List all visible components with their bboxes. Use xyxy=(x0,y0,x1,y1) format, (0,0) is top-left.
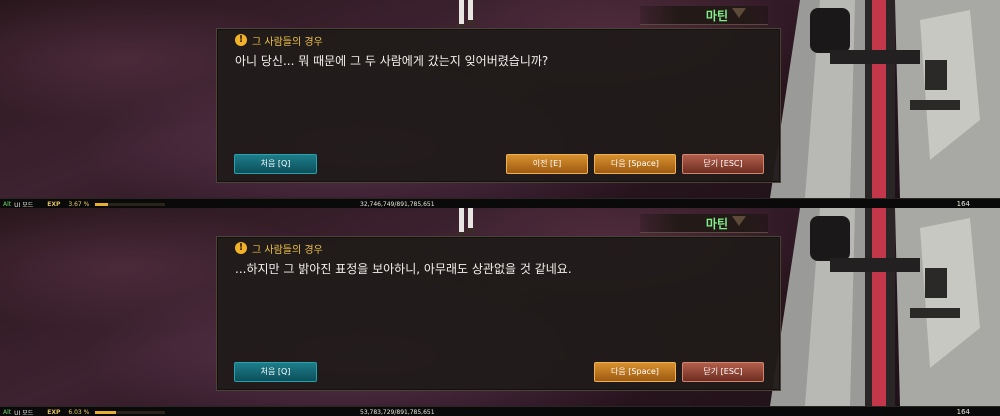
exp-bar xyxy=(95,410,166,414)
next-button[interactable]: 다음 [Space] xyxy=(594,154,676,174)
dialog-text: 아니 당신... 뭐 때문에 그 두 사람에게 갔는지 잊어버렸습니까? xyxy=(235,54,549,68)
npc-legs xyxy=(457,0,475,29)
ui-mode-label[interactable]: UI 모드 xyxy=(14,408,33,416)
first-button[interactable]: 처음 [Q] xyxy=(234,362,317,382)
dialog-title: ! 그 사람들의 경우 xyxy=(235,32,323,48)
exp-bar xyxy=(95,202,166,206)
dialog-title-text: 그 사람들의 경우 xyxy=(252,244,323,256)
exp-percent: 3.67 % xyxy=(68,200,90,208)
alt-key-label[interactable]: Alt xyxy=(3,409,11,416)
exclamation-icon: ! xyxy=(235,242,247,254)
npc-legs xyxy=(457,208,475,237)
speaker-name-tag: 마틴 xyxy=(640,6,768,25)
speaker-name: 마틴 xyxy=(705,217,728,231)
game-screen-2: 마틴 ! 그 사람들의 경우 ...하지만 그 밝아진 표정을 보아하니, 아무… xyxy=(0,208,1000,416)
close-button[interactable]: 닫기 [ESC] xyxy=(682,362,764,382)
exp-bar-fill xyxy=(95,410,117,414)
level: 164 xyxy=(956,200,970,208)
dialog-text: ...하지만 그 밝아진 표정을 보아하니, 아무래도 상관없을 것 같네요. xyxy=(235,262,572,276)
alt-key-label[interactable]: Alt xyxy=(3,201,11,208)
name-tag-arrow-icon xyxy=(732,8,746,18)
exclamation-icon: ! xyxy=(235,34,247,46)
speaker-name: 마틴 xyxy=(705,9,728,23)
speaker-name-tag: 마틴 xyxy=(640,214,768,233)
dialog-box: ! 그 사람들의 경우 아니 당신... 뭐 때문에 그 두 사람에게 갔는지 … xyxy=(216,28,781,183)
status-bar: Alt UI 모드 EXP 3.67 % 32,746,749/891,785,… xyxy=(0,198,1000,208)
dialog-title-text: 그 사람들의 경우 xyxy=(252,36,323,48)
exp-percent: 6.03 % xyxy=(68,408,90,416)
exp-values: 32,746,749/891,785,651 xyxy=(360,200,435,208)
exp-values: 53,783,729/891,785,651 xyxy=(360,408,435,416)
exp-label: EXP xyxy=(47,200,61,208)
character-martin xyxy=(770,0,1000,198)
close-button[interactable]: 닫기 [ESC] xyxy=(682,154,764,174)
exp-label: EXP xyxy=(47,408,61,416)
character-martin xyxy=(770,208,1000,406)
first-button[interactable]: 처음 [Q] xyxy=(234,154,317,174)
game-screen-1: 마틴 ! 그 사람들의 경우 아니 당신... 뭐 때문에 그 두 사람에게 갔… xyxy=(0,0,1000,208)
name-tag-arrow-icon xyxy=(732,216,746,226)
dialog-box: ! 그 사람들의 경우 ...하지만 그 밝아진 표정을 보아하니, 아무래도 … xyxy=(216,236,781,391)
status-bar: Alt UI 모드 EXP 6.03 % 53,783,729/891,785,… xyxy=(0,406,1000,416)
next-button[interactable]: 다음 [Space] xyxy=(594,362,676,382)
dialog-title: ! 그 사람들의 경우 xyxy=(235,240,323,256)
previous-button[interactable]: 이전 [E] xyxy=(506,154,588,174)
ui-mode-label[interactable]: UI 모드 xyxy=(14,200,33,209)
level: 164 xyxy=(956,408,970,416)
exp-bar-fill xyxy=(95,202,109,206)
